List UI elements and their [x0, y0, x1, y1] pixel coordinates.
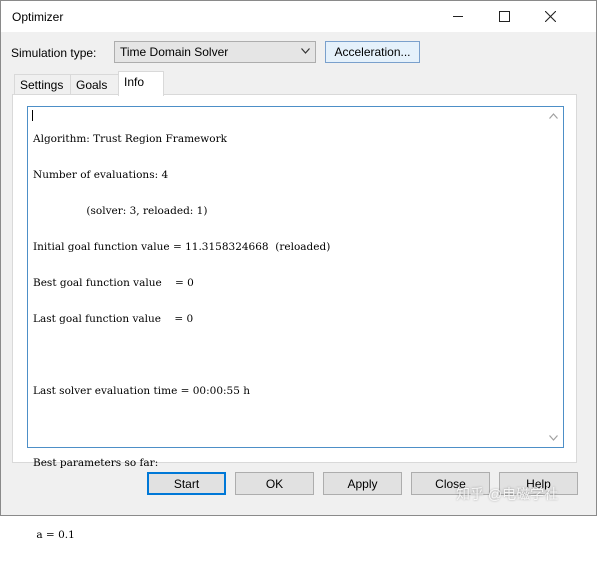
vertical-scrollbar[interactable]: [545, 108, 562, 446]
scroll-up-arrow-icon[interactable]: [549, 113, 558, 119]
scroll-down-arrow-icon[interactable]: [549, 435, 558, 441]
acceleration-button[interactable]: Acceleration...: [325, 41, 420, 63]
minimize-button[interactable]: [435, 1, 481, 32]
info-line: Algorithm: Trust Region Framework: [33, 133, 227, 145]
info-line: Best parameters so far:: [33, 457, 159, 469]
simulation-type-value: Time Domain Solver: [120, 45, 229, 59]
tab-info[interactable]: Info: [118, 71, 164, 96]
info-tab-panel: Algorithm: Trust Region Framework Number…: [12, 94, 577, 541]
info-textbox[interactable]: Algorithm: Trust Region Framework Number…: [27, 106, 564, 541]
start-button[interactable]: Start: [147, 472, 226, 495]
simulation-type-row: Simulation type: Time Domain Solver: [1, 41, 596, 65]
window-title: Optimizer: [12, 10, 64, 24]
close-button[interactable]: Close: [411, 472, 490, 495]
minimize-icon: [452, 16, 463, 17]
info-line: Last solver evaluation time = 00:00:55 h: [33, 385, 251, 397]
info-line: [33, 421, 330, 433]
ok-button[interactable]: OK: [235, 472, 314, 495]
info-line: Best goal function value = 0: [33, 277, 194, 289]
tab-goals[interactable]: Goals: [70, 74, 119, 95]
simulation-type-label: Simulation type:: [11, 46, 97, 60]
info-line: Last goal function value = 0: [33, 313, 194, 325]
info-line: [33, 349, 330, 361]
title-bar[interactable]: Optimizer: [1, 1, 596, 32]
info-line: (solver: 3, reloaded: 1): [33, 205, 208, 217]
tab-settings[interactable]: Settings: [14, 74, 71, 95]
chevron-down-icon: [301, 48, 310, 54]
maximize-button[interactable]: [481, 1, 527, 32]
simulation-type-select[interactable]: Time Domain Solver: [114, 41, 316, 63]
info-line: Initial goal function value = 11.3158324…: [33, 241, 331, 253]
info-line: Number of evaluations: 4: [33, 169, 169, 181]
maximize-icon: [498, 11, 510, 22]
close-icon: [544, 11, 556, 22]
help-button[interactable]: Help: [499, 472, 578, 495]
apply-button[interactable]: Apply: [323, 472, 402, 495]
close-window-button[interactable]: [527, 1, 573, 32]
optimizer-dialog: Optimizer Simulation type: Time Domain S…: [0, 0, 597, 541]
info-line: a = 0.1: [33, 529, 75, 541]
info-text: Algorithm: Trust Region Framework Number…: [33, 109, 330, 565]
